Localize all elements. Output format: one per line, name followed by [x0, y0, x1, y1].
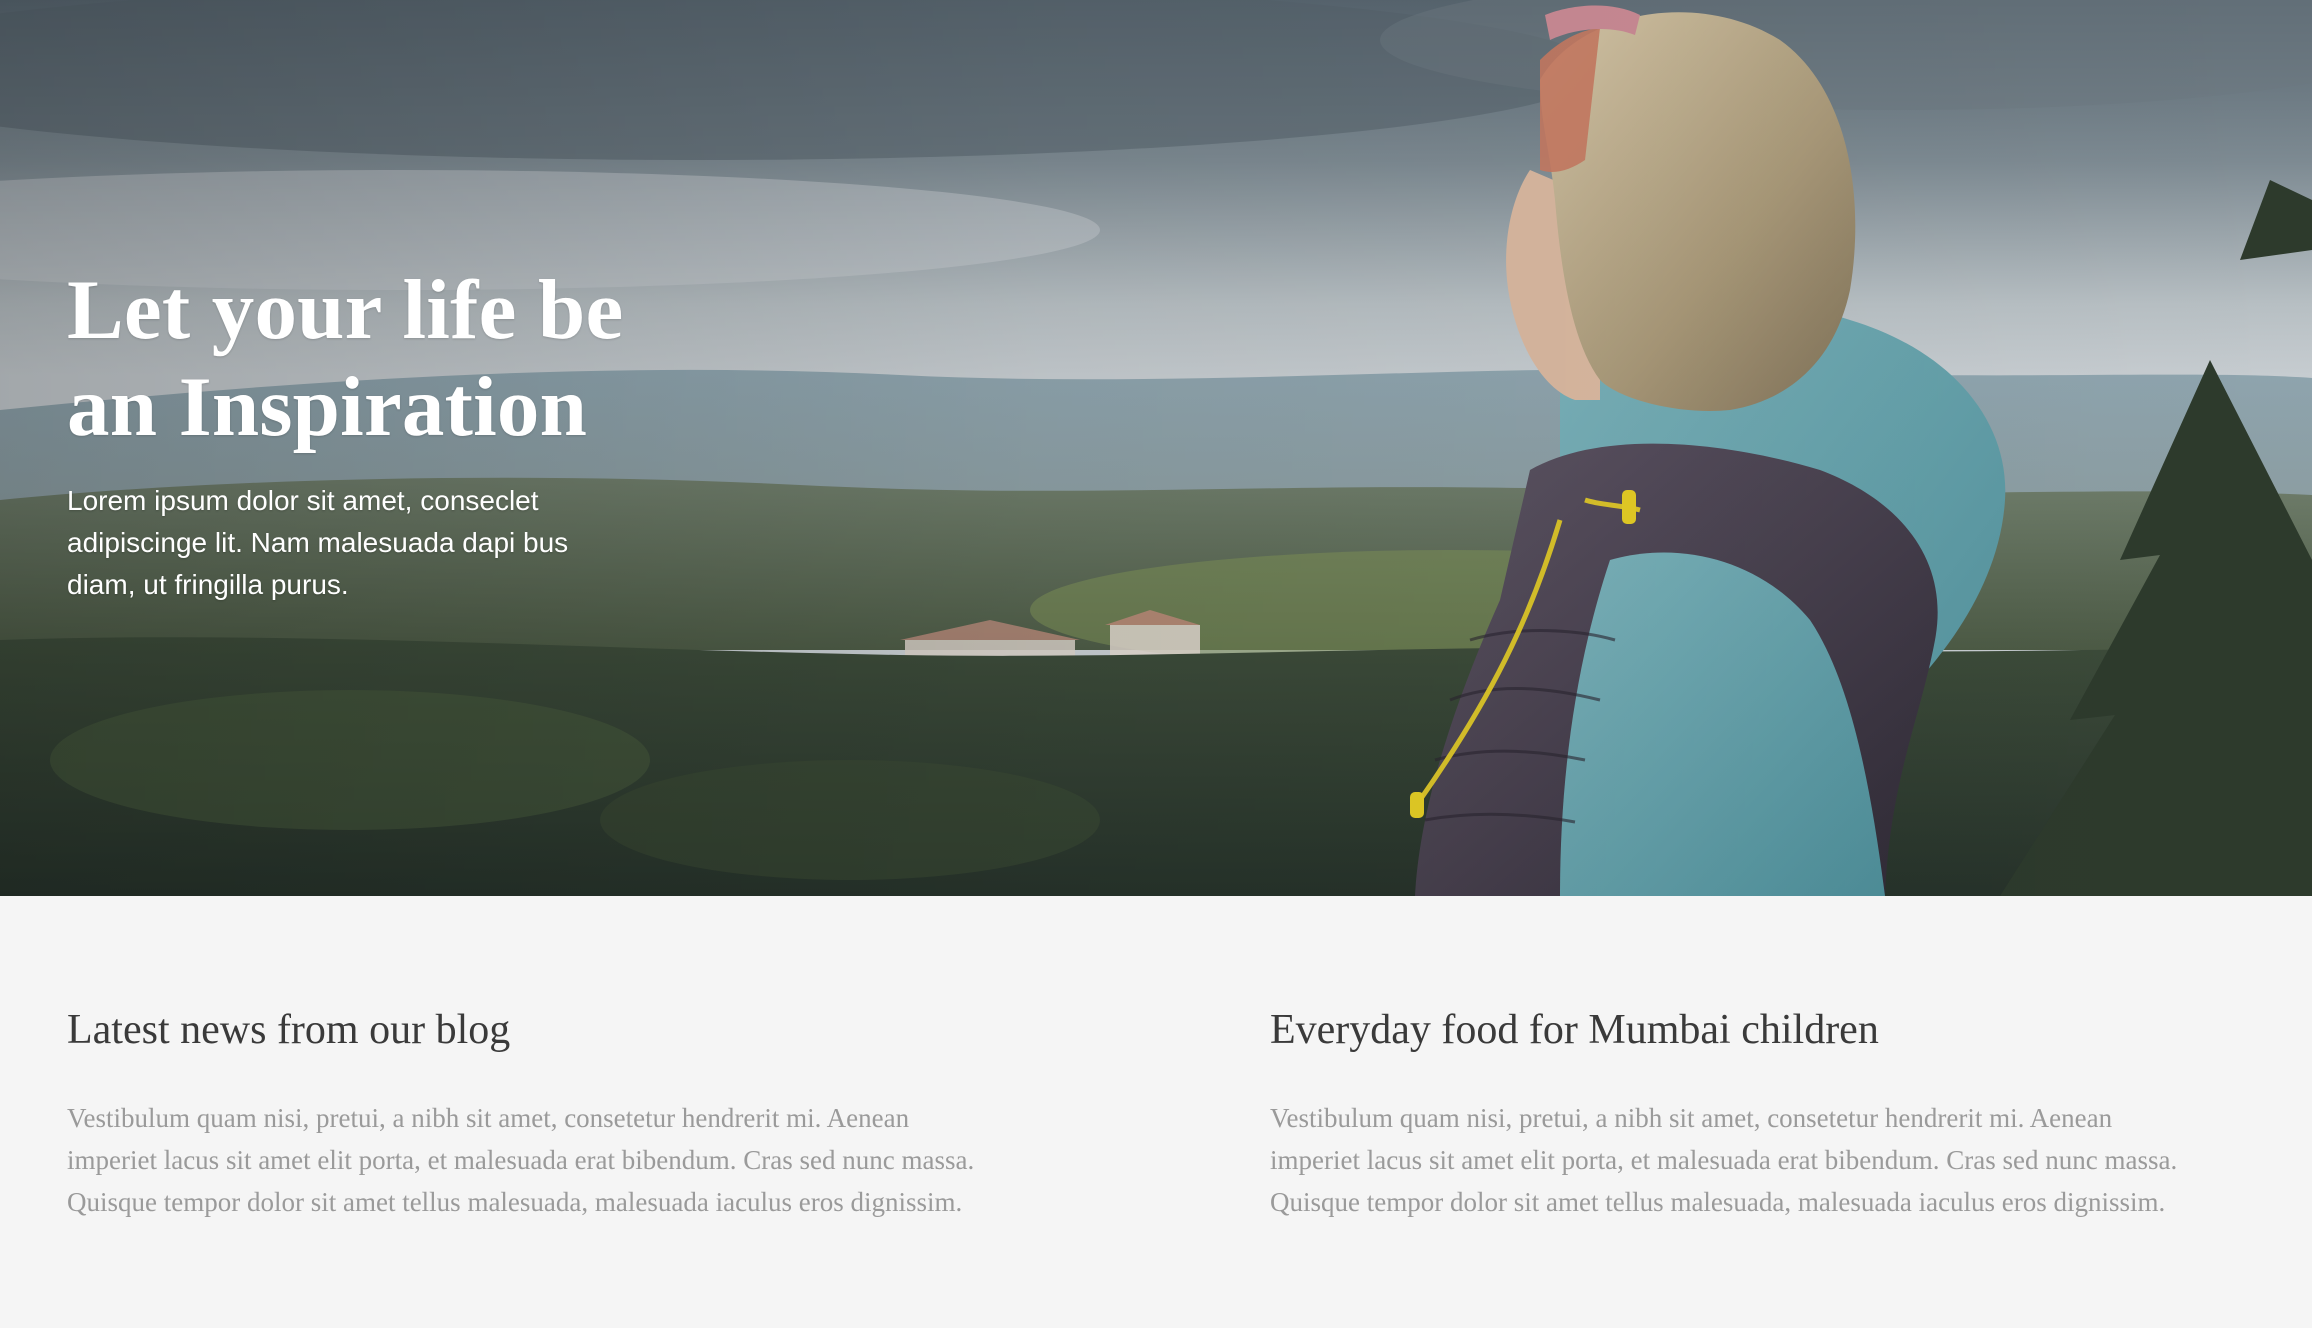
- hero-description-line: Lorem ipsum dolor sit amet, conseclet: [67, 485, 539, 516]
- blog-news-column: Latest news from our blog Vestibulum qua…: [67, 1004, 1067, 1223]
- section-body: Vestibulum quam nisi, pretui, a nibh sit…: [1270, 1097, 2270, 1223]
- hero-title: Let your life be an Inspiration: [67, 262, 707, 456]
- section-body: Vestibulum quam nisi, pretui, a nibh sit…: [67, 1097, 1067, 1223]
- hero-description: Lorem ipsum dolor sit amet, conseclet ad…: [67, 480, 627, 606]
- hero-title-line: an Inspiration: [67, 360, 588, 454]
- section-body-line: Vestibulum quam nisi, pretui, a nibh sit…: [67, 1103, 910, 1133]
- section-body-line: imperiet lacus sit amet elit porta, et m…: [67, 1145, 975, 1175]
- section-body-line: Quisque tempor dolor sit amet tellus mal…: [1270, 1187, 2166, 1217]
- section-body-line: imperiet lacus sit amet elit porta, et m…: [1270, 1145, 2178, 1175]
- section-body-line: Vestibulum quam nisi, pretui, a nibh sit…: [1270, 1103, 2113, 1133]
- section-heading: Latest news from our blog: [67, 1007, 511, 1053]
- section-body-line: Quisque tempor dolor sit amet tellus mal…: [67, 1187, 963, 1217]
- hero-description-line: adipiscinge lit. Nam malesuada dapi bus: [67, 527, 569, 558]
- hero-banner: Let your life be an Inspiration Lorem ip…: [0, 0, 2312, 896]
- section-heading: Everyday food for Mumbai children: [1270, 1007, 1879, 1053]
- content-section: Latest news from our blog Vestibulum qua…: [0, 896, 2312, 1328]
- hero-copy: Let your life be an Inspiration Lorem ip…: [67, 262, 707, 606]
- hero-description-line: diam, ut fringilla purus.: [67, 569, 349, 600]
- hero-title-line: Let your life be: [67, 263, 624, 357]
- food-children-column: Everyday food for Mumbai children Vestib…: [1270, 1004, 2270, 1223]
